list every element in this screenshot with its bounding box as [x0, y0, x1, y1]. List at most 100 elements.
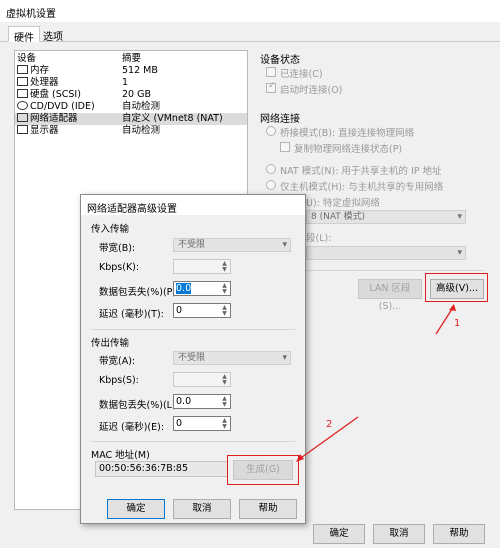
device-name: CD/DVD (IDE) — [30, 101, 95, 112]
spin-down-icon[interactable]: ▼ — [220, 267, 229, 273]
bridged-label: 桥接模式(B): 直接连接物理网络 — [280, 128, 415, 139]
main-cancel-button[interactable]: 取消 — [373, 524, 425, 544]
network-adapter-icon — [17, 113, 28, 122]
segment-select[interactable]: ▾ — [306, 246, 466, 260]
device-summary: 自动检测 — [122, 125, 161, 136]
annotation-box-advanced — [425, 273, 488, 302]
replicate-checkbox[interactable] — [280, 142, 290, 152]
advanced-settings-dialog: 网络适配器高级设置 传入传输 带宽(B): 不受限 ▾ Kbps(K): ▲ ▼… — [80, 194, 306, 524]
outgoing-kbps-label: Kbps(S): — [99, 375, 139, 386]
dialog-cancel-button[interactable]: 取消 — [173, 499, 231, 519]
device-summary: 1 — [122, 77, 129, 88]
chevron-down-icon: ▾ — [282, 240, 287, 250]
header-summary: 摘要 — [122, 53, 142, 64]
dialog-ok-button[interactable]: 确定 — [107, 499, 165, 519]
main-help-button[interactable]: 帮助 — [433, 524, 485, 544]
incoming-latency-value: 0 — [176, 305, 183, 316]
incoming-bandwidth-label: 带宽(B): — [99, 243, 136, 254]
outgoing-loss-spinner[interactable]: 0.0 ▲ ▼ — [173, 394, 231, 409]
device-row-cpu[interactable]: 处理器 1 — [15, 77, 247, 89]
device-name: 网络适配器 — [30, 113, 78, 124]
outgoing-bandwidth-value: 不受限 — [178, 353, 206, 363]
main-ok-button[interactable]: 确定 — [313, 524, 365, 544]
device-status-title: 设备状态 — [260, 55, 300, 66]
device-row-memory[interactable]: 内存 512 MB — [15, 65, 247, 77]
annotation-number-1: 1 — [454, 318, 461, 329]
device-name: 显示器 — [30, 125, 59, 136]
host-only-radio[interactable] — [266, 180, 276, 190]
network-title: 网络连接 — [260, 114, 300, 125]
display-icon — [17, 125, 28, 134]
outgoing-kbps-spinner[interactable]: ▲ ▼ — [173, 372, 231, 387]
chevron-down-icon: ▾ — [457, 212, 462, 222]
outgoing-latency-label: 延迟 (毫秒)(E): — [99, 422, 165, 433]
bridged-radio[interactable] — [266, 126, 276, 136]
spin-down-icon[interactable]: ▼ — [220, 424, 229, 430]
incoming-loss-label: 数据包丢失(%)(P) — [99, 287, 177, 298]
device-row-harddisk[interactable]: 硬盘 (SCSI) 20 GB — [15, 89, 247, 101]
connect-on-start-checkbox[interactable]: ✓ — [266, 81, 276, 93]
incoming-latency-spinner[interactable]: 0 ▲ ▼ — [173, 303, 231, 318]
incoming-kbps-label: Kbps(K): — [99, 262, 140, 273]
device-name: 处理器 — [30, 77, 59, 88]
spin-down-icon[interactable]: ▼ — [220, 289, 229, 295]
nat-label: NAT 模式(N): 用于共享主机的 IP 地址 — [280, 166, 442, 177]
dialog-help-button[interactable]: 帮助 — [239, 499, 297, 519]
device-list-header: 设备 摘要 — [15, 53, 247, 65]
outgoing-latency-spinner[interactable]: 0 ▲ ▼ — [173, 416, 231, 431]
outgoing-latency-value: 0 — [176, 418, 183, 429]
divider — [91, 329, 295, 330]
connected-checkbox[interactable] — [266, 67, 276, 77]
outgoing-loss-label: 数据包丢失(%)(L): — [99, 400, 179, 411]
checkmark-icon: ✓ — [268, 81, 276, 91]
connected-label: 已连接(C) — [280, 69, 323, 80]
annotation-number-2: 2 — [326, 419, 333, 430]
tab-options[interactable]: 选项 — [38, 26, 68, 43]
dialog-title: 网络适配器高级设置 — [87, 204, 177, 215]
spin-down-icon[interactable]: ▼ — [220, 402, 229, 408]
outgoing-bandwidth-label: 带宽(A): — [99, 356, 136, 367]
tab-bar: 硬件 选项 — [0, 24, 500, 44]
cdrom-icon — [17, 101, 28, 110]
device-row-network-adapter[interactable]: 网络适配器 自定义 (VMnet8 (NAT) — [15, 113, 247, 125]
connect-on-start-label: 启动时连接(O) — [280, 85, 343, 96]
incoming-bandwidth-select[interactable]: 不受限 ▾ — [173, 238, 291, 252]
outgoing-title: 传出传输 — [91, 338, 130, 349]
incoming-kbps-spinner[interactable]: ▲ ▼ — [173, 259, 231, 274]
dialog-titlebar: 网络适配器高级设置 — [81, 195, 305, 215]
incoming-title: 传入传输 — [91, 224, 130, 235]
chevron-down-icon: ▾ — [282, 353, 287, 363]
spin-down-icon[interactable]: ▼ — [220, 311, 229, 317]
replicate-label: 复制物理网络连接状态(P) — [294, 144, 403, 155]
device-summary: 20 GB — [122, 89, 151, 100]
lan-segments-button[interactable]: LAN 区段(S)... — [358, 279, 422, 312]
nat-radio[interactable] — [266, 164, 276, 174]
outgoing-loss-value: 0.0 — [176, 396, 192, 407]
device-name: 内存 — [30, 65, 50, 76]
device-summary: 自定义 (VMnet8 (NAT) — [122, 113, 223, 124]
segment-label: 段(L): — [306, 233, 332, 244]
memory-icon — [17, 65, 28, 74]
incoming-bandwidth-value: 不受限 — [178, 240, 206, 250]
divider — [91, 441, 295, 442]
custom-network-select[interactable]: 8 (NAT 模式) ▾ — [306, 210, 466, 224]
mac-address-field[interactable]: 00:50:56:36:7B:85 — [95, 461, 228, 477]
cpu-icon — [17, 77, 28, 86]
outgoing-bandwidth-select[interactable]: 不受限 ▾ — [173, 351, 291, 365]
device-name: 硬盘 (SCSI) — [30, 89, 81, 100]
window-title: 虚拟机设置 — [6, 9, 56, 20]
spin-down-icon[interactable]: ▼ — [220, 380, 229, 386]
device-row-cdrom[interactable]: CD/DVD (IDE) 自动检测 — [15, 101, 247, 113]
incoming-loss-value: 0.0 — [176, 283, 192, 294]
custom-network-value: 8 (NAT 模式) — [311, 212, 366, 222]
mac-label: MAC 地址(M) — [91, 450, 150, 461]
device-row-display[interactable]: 显示器 自动检测 — [15, 125, 247, 137]
incoming-latency-label: 延迟 (毫秒)(T): — [99, 309, 164, 320]
chevron-down-icon: ▾ — [457, 248, 462, 258]
device-summary: 自动检测 — [122, 101, 161, 112]
incoming-loss-spinner[interactable]: 0.0 ▲ ▼ — [173, 281, 231, 296]
tab-hardware[interactable]: 硬件 — [8, 26, 40, 44]
mac-address-value: 00:50:56:36:7B:85 — [99, 463, 189, 474]
harddisk-icon — [17, 89, 28, 98]
window-titlebar: 虚拟机设置 — [0, 0, 500, 22]
